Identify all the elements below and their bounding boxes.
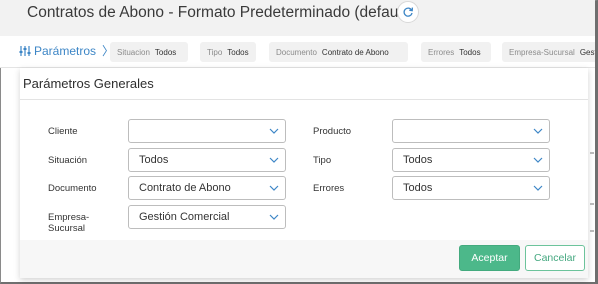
documento-value: Contrato de Abono bbox=[139, 182, 231, 194]
producto-select[interactable] bbox=[392, 119, 550, 143]
page-header: Contratos de Abono - Formato Predetermin… bbox=[0, 0, 595, 36]
parameters-dialog: Parámetros Generales Cliente Producto Si… bbox=[20, 68, 588, 278]
chevron-down-icon bbox=[269, 157, 279, 163]
dialog-title: Parámetros Generales bbox=[23, 76, 154, 91]
empresa-sucursal-label: Empresa-Sucursal bbox=[48, 212, 90, 234]
tipo-label: Tipo bbox=[313, 155, 332, 166]
errores-value: Todos bbox=[403, 182, 433, 194]
chevron-down-icon bbox=[269, 185, 279, 191]
background-edge-mark bbox=[590, 152, 594, 154]
chip-empresa-sucursal[interactable]: Empresa-Sucursal Gestión Comercial bbox=[502, 42, 595, 62]
errores-label: Errores bbox=[313, 183, 345, 194]
chip-key: Documento bbox=[276, 47, 317, 57]
errores-select[interactable]: Todos bbox=[392, 176, 550, 200]
chip-key: Tipo bbox=[207, 47, 223, 57]
situacion-select[interactable]: Todos bbox=[128, 148, 286, 172]
chevron-down-icon bbox=[533, 185, 543, 191]
sliders-icon bbox=[19, 45, 31, 56]
background-edge-mark bbox=[590, 203, 594, 205]
chip-key: Empresa-Sucursal bbox=[509, 47, 575, 57]
refresh-icon bbox=[403, 7, 414, 17]
chip-key: Errores bbox=[428, 47, 455, 57]
chip-situacion[interactable]: Situacion Todos bbox=[110, 42, 188, 62]
documento-label: Documento bbox=[48, 183, 97, 194]
empresa-sucursal-value: Gestión Comercial bbox=[139, 211, 230, 223]
situacion-value: Todos bbox=[139, 154, 169, 166]
chip-key: Situacion bbox=[117, 47, 150, 57]
cancel-button[interactable]: Cancelar bbox=[525, 245, 585, 271]
chevron-down-icon bbox=[269, 128, 279, 134]
chevron-down-icon bbox=[269, 214, 279, 220]
chip-tipo[interactable]: Tipo Todos bbox=[200, 42, 256, 62]
cliente-select[interactable] bbox=[128, 119, 286, 143]
tipo-value: Todos bbox=[403, 154, 433, 166]
page-title: Contratos de Abono - Formato Predetermin… bbox=[27, 4, 412, 21]
parameters-link[interactable]: Parámetros 〉 bbox=[19, 42, 114, 59]
chevron-down-icon bbox=[533, 128, 543, 134]
refresh-button[interactable] bbox=[397, 1, 419, 23]
chip-value: Todos bbox=[227, 47, 249, 57]
chip-value: Todos bbox=[154, 47, 177, 57]
parameters-bar: Parámetros 〉 Situacion Todos Tipo Todos … bbox=[0, 36, 595, 68]
tipo-select[interactable]: Todos bbox=[392, 148, 550, 172]
chevron-down-icon bbox=[533, 157, 543, 163]
divider bbox=[20, 99, 588, 100]
parameters-link-label: Parámetros bbox=[34, 43, 97, 58]
accept-button[interactable]: Aceptar bbox=[459, 245, 520, 271]
chip-value: Gestión Comercial bbox=[579, 47, 595, 57]
background-edge-mark bbox=[590, 230, 594, 232]
chip-value: Todos bbox=[459, 47, 481, 57]
chip-value: Contrato de Abono bbox=[321, 47, 389, 57]
documento-select[interactable]: Contrato de Abono bbox=[128, 176, 286, 200]
chip-documento[interactable]: Documento Contrato de Abono bbox=[269, 42, 408, 62]
chip-errores[interactable]: Errores Todos bbox=[421, 42, 491, 62]
cliente-label: Cliente bbox=[48, 126, 78, 137]
situacion-label: Situación bbox=[48, 155, 88, 166]
producto-label: Producto bbox=[313, 126, 352, 137]
empresa-sucursal-select[interactable]: Gestión Comercial bbox=[128, 205, 286, 229]
